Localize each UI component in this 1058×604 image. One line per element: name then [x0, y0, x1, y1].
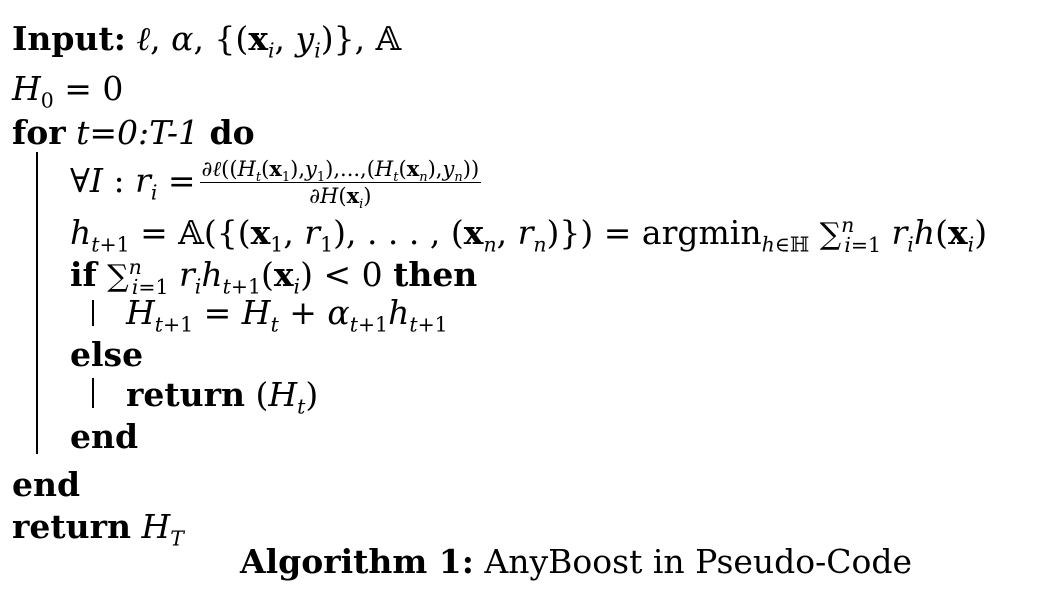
residual-fraction: ∂ℓ((Ht(x1),y1),...,(Ht(xn),yn)) ∂H(xi) — [199, 156, 482, 213]
weak-learner-line: ht+1 = 𝔸({(x1, r1), . . . , (xn, rn)}) =… — [70, 213, 988, 257]
input-keyword: Input: — [12, 19, 126, 58]
else-line: else — [70, 338, 143, 371]
end-if-keyword: end — [70, 417, 139, 456]
update-math: Ht+1 = Ht + αt+1ht+1 — [126, 293, 448, 337]
end-for-keyword: end — [12, 465, 81, 504]
then-keyword: then — [393, 255, 478, 294]
end-for-line: end — [12, 468, 80, 501]
final-return-math: HT — [141, 507, 184, 551]
input-line: Input: ℓ, α, {(xi, yi)}, 𝔸 — [12, 19, 402, 63]
algorithm-block: Input: ℓ, α, {(xi, yi)}, 𝔸 H0 = 0 for t=… — [0, 0, 1058, 604]
caption-text: AnyBoost in Pseudo-Code — [473, 542, 913, 581]
if-condition-math: ∑ni=1 riht+1(xi) < 0 — [107, 255, 394, 299]
final-return-line: return HT — [12, 507, 184, 551]
if-line: if ∑ni=1 riht+1(xi) < 0 then — [70, 255, 478, 299]
do-keyword: do — [209, 113, 255, 152]
for-line: for t=0:T-1 do — [12, 116, 255, 149]
weak-learner-math: ht+1 = 𝔸({(x1, r1), . . . , (xn, rn)}) =… — [70, 213, 988, 257]
inner-return-math: (Ht) — [255, 375, 319, 419]
inner-return-keyword: return — [126, 375, 245, 414]
for-keyword: for — [12, 113, 66, 152]
loop-scope-bar — [36, 152, 38, 454]
residual-math: ∀I : ri = ∂ℓ((Ht(x1),y1),...,(Ht(xn),yn))… — [70, 156, 482, 213]
if-keyword: if — [70, 255, 97, 294]
end-if-line: end — [70, 420, 138, 453]
then-scope-bar — [92, 300, 94, 326]
init-line: H0 = 0 — [12, 69, 124, 113]
else-keyword: else — [70, 335, 144, 374]
final-return-keyword: return — [12, 507, 131, 546]
inner-return-line: return (Ht) — [126, 375, 319, 419]
input-math: ℓ, α, {(xi, yi)}, 𝔸 — [136, 19, 402, 63]
update-line: Ht+1 = Ht + αt+1ht+1 — [126, 293, 448, 337]
caption-label: Algorithm 1: — [240, 542, 474, 581]
algorithm-caption: Algorithm 1: AnyBoost in Pseudo-Code — [240, 542, 912, 581]
loop-range: t=0:T-1 — [76, 113, 200, 152]
init-math: H0 = 0 — [12, 69, 124, 113]
residual-line: ∀I : ri = ∂ℓ((Ht(x1),y1),...,(Ht(xn),yn))… — [70, 156, 485, 213]
else-scope-bar — [92, 378, 94, 408]
